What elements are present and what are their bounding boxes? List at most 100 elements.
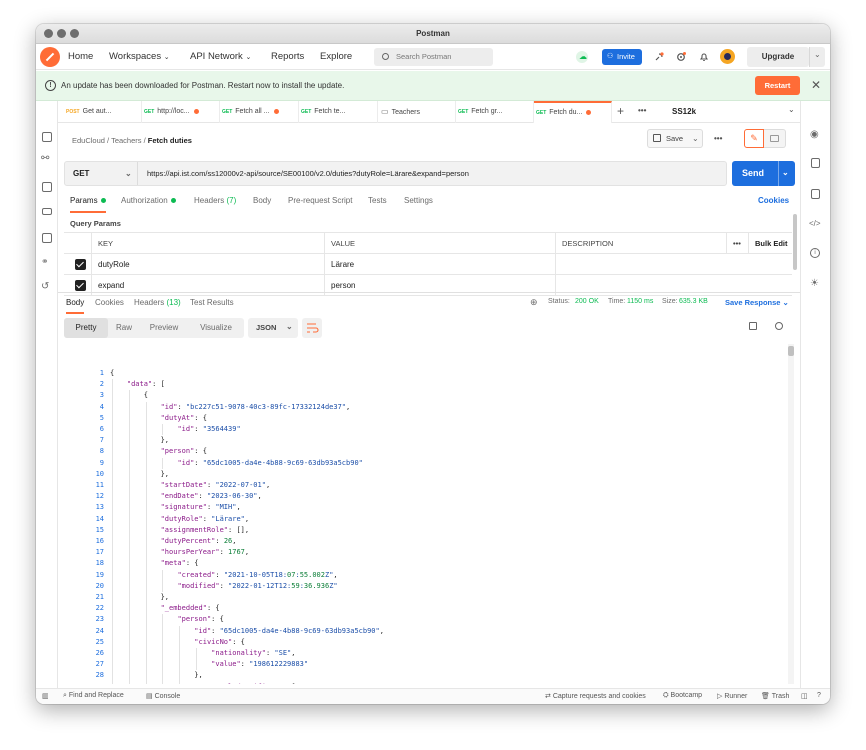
copy-icon[interactable] — [749, 322, 757, 330]
view-raw[interactable]: Raw — [108, 318, 140, 338]
related-collections-icon[interactable]: ☀ — [810, 278, 819, 289]
chevron-down-icon[interactable]: ⌄ — [782, 160, 789, 185]
capture-requests-button[interactable]: ⇄ Capture requests and cookies — [545, 692, 646, 700]
console-button[interactable]: ▤ Console — [146, 692, 180, 700]
param-description[interactable] — [555, 254, 792, 275]
edit-pencil-icon[interactable]: ✎ — [744, 129, 764, 148]
sync-status-icon[interactable]: ☁ — [576, 51, 588, 63]
response-tab-cookies[interactable]: Cookies — [95, 298, 124, 307]
info-icon[interactable]: i — [810, 248, 820, 258]
method-select[interactable]: GET ⌄ — [65, 162, 138, 185]
runner-button[interactable]: ▷ Runner — [717, 692, 747, 700]
save-button[interactable]: Save ⌄ — [647, 129, 703, 148]
bulk-edit-button[interactable]: Bulk Edit — [748, 233, 792, 254]
tab-settings[interactable]: Settings — [404, 196, 433, 205]
params-scrollbar[interactable] — [793, 214, 797, 270]
cookies-link[interactable]: Cookies — [758, 196, 789, 205]
collections-icon[interactable]: ⚯ — [41, 153, 49, 164]
response-tab-test-results[interactable]: Test Results — [190, 298, 234, 307]
request-title[interactable]: Fetch duties — [148, 136, 192, 145]
tab-fetch-all[interactable]: GET Fetch all ... — [220, 101, 299, 123]
history-icon[interactable]: ↺ — [41, 281, 49, 292]
tab-authorization[interactable]: Authorization — [121, 196, 176, 205]
notification-bell-icon[interactable] — [699, 52, 709, 62]
response-body-code[interactable]: 1{2 "data": [3 {4 "id": "bc227c51-9078-4… — [64, 342, 792, 684]
view-preview[interactable]: Preview — [140, 318, 188, 338]
pane-divider[interactable] — [58, 292, 800, 293]
send-button[interactable]: Send ⌄ — [732, 161, 795, 186]
tab-prerequest-script[interactable]: Pre-request Script — [288, 196, 352, 205]
nav-api-network[interactable]: API Network ⌄ — [190, 51, 251, 62]
tab-tests[interactable]: Tests — [368, 196, 387, 205]
tab-params[interactable]: Params — [70, 196, 106, 213]
more-tabs-icon[interactable]: ••• — [638, 106, 646, 115]
column-options-icon[interactable]: ••• — [726, 233, 748, 254]
search-icon[interactable] — [775, 322, 783, 330]
response-tab-body[interactable]: Body — [66, 298, 85, 314]
apis-icon[interactable] — [42, 182, 52, 192]
new-tab-icon[interactable] — [42, 132, 52, 142]
nav-explore[interactable]: Explore — [320, 51, 352, 62]
tab-fetch-teachers[interactable]: GET Fetch te... — [299, 101, 378, 123]
upgrade-dropdown-button[interactable]: ⌄ — [809, 47, 825, 67]
settings-gear-icon[interactable] — [676, 52, 686, 62]
two-pane-view-icon[interactable]: ◫ — [801, 692, 808, 700]
invite-label: Invite — [617, 52, 635, 61]
time-value[interactable]: 1150 ms — [627, 298, 653, 305]
view-pretty[interactable]: Pretty — [64, 318, 108, 338]
close-icon[interactable]: ✕ — [811, 78, 821, 92]
flows-icon[interactable]: ⚭ — [41, 256, 49, 267]
breadcrumb-folder[interactable]: Teachers — [111, 136, 141, 145]
trash-button[interactable]: 🗑 Trash — [761, 692, 789, 700]
sidebar-toggle-icon[interactable]: ▥ — [42, 692, 49, 700]
status-value[interactable]: 200 OK — [575, 298, 599, 305]
checkbox-checked-icon[interactable] — [75, 259, 86, 270]
environment-quick-look-icon[interactable]: ◉ — [810, 129, 819, 140]
param-key[interactable]: dutyRole — [91, 254, 324, 275]
format-select[interactable]: JSON ⌄ — [248, 318, 298, 338]
find-replace-button[interactable]: ⌕ Find and Replace — [63, 692, 124, 700]
code-scrollbar-thumb[interactable] — [788, 346, 794, 356]
help-icon[interactable]: ? — [817, 692, 821, 699]
size-value[interactable]: 635.3 KB — [679, 298, 708, 305]
comment-panel-icon[interactable] — [764, 129, 786, 148]
tab-fetch-duties[interactable]: GET Fetch du... — [534, 101, 612, 123]
view-visualize[interactable]: Visualize — [188, 318, 244, 338]
chevron-down-icon[interactable]: ⌄ — [788, 105, 795, 114]
code-scrollbar[interactable] — [788, 344, 794, 684]
comments-icon[interactable] — [811, 189, 820, 199]
response-tab-headers[interactable]: Headers (13) — [134, 298, 181, 307]
search-input[interactable]: Search Postman — [374, 48, 493, 66]
url-input[interactable]: https://api.ist.com/ss12000v2-api/source… — [147, 169, 469, 178]
tab-body[interactable]: Body — [253, 196, 271, 205]
avatar[interactable] — [720, 49, 735, 64]
documentation-icon[interactable] — [811, 158, 820, 168]
postman-logo-icon[interactable] — [40, 47, 60, 67]
nav-home[interactable]: Home — [68, 51, 93, 62]
nav-workspaces[interactable]: Workspaces ⌄ — [109, 51, 170, 62]
breadcrumb-workspace[interactable]: EduCloud — [72, 136, 105, 145]
tab-headers[interactable]: Headers (7) — [194, 196, 236, 205]
checkbox-checked-icon[interactable] — [75, 280, 86, 291]
nav-reports[interactable]: Reports — [271, 51, 304, 62]
new-tab-plus-icon[interactable]: + — [617, 104, 624, 118]
tab-fetch-groups[interactable]: GET Fetch gr... — [456, 101, 534, 123]
network-globe-icon[interactable]: ⊕ — [530, 297, 538, 308]
tab-http-local[interactable]: GET http://loc... — [142, 101, 220, 123]
wrap-lines-button[interactable] — [302, 318, 322, 338]
upgrade-button[interactable]: Upgrade — [747, 47, 809, 67]
environments-icon[interactable] — [42, 208, 52, 215]
code-icon[interactable]: </> — [809, 219, 821, 228]
restart-button[interactable]: Restart — [755, 76, 800, 95]
more-options-icon[interactable]: ••• — [714, 134, 722, 143]
environment-selector[interactable]: SS12k — [672, 107, 696, 116]
save-response-button[interactable]: Save Response ⌄ — [725, 298, 789, 307]
tab-teachers-folder[interactable]: ▭ Teachers — [378, 101, 456, 123]
param-value[interactable]: Lärare — [324, 254, 555, 275]
monitors-icon[interactable] — [42, 233, 52, 243]
indent-guide — [162, 457, 164, 469]
bootcamp-button[interactable]: ⛭ Bootcamp — [663, 692, 702, 700]
tab-get-auth[interactable]: POST Get aut... — [64, 101, 142, 123]
satellite-icon[interactable] — [654, 52, 664, 62]
invite-button[interactable]: ⚇ Invite — [602, 49, 642, 65]
